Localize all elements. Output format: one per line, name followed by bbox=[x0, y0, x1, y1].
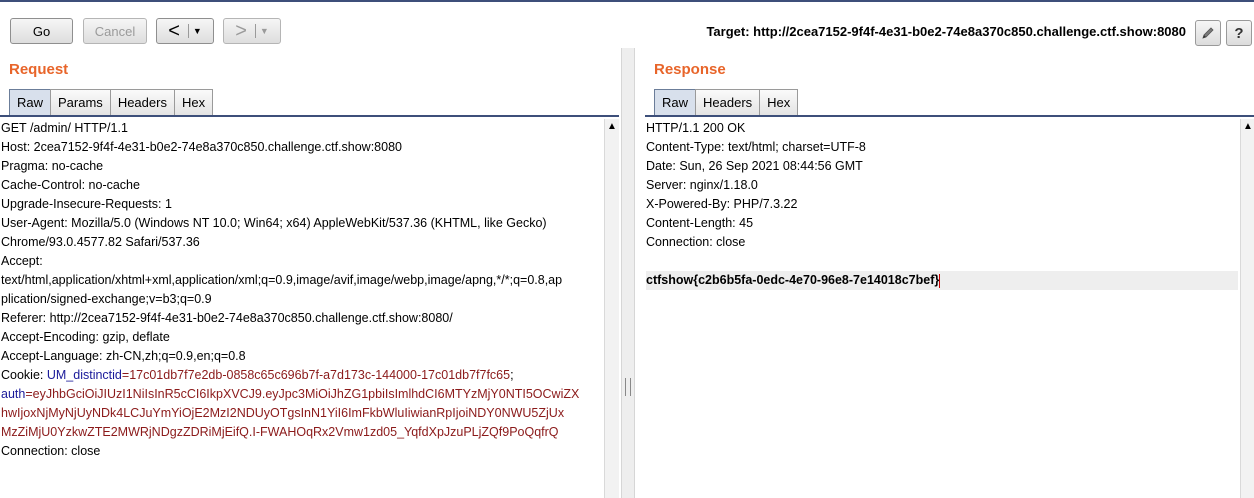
request-scrollbar[interactable]: ▲ bbox=[604, 119, 619, 498]
scroll-up-icon[interactable]: ▲ bbox=[1243, 121, 1253, 132]
response-line: Content-Type: text/html; charset=UTF-8 bbox=[646, 140, 866, 154]
request-line: Accept: bbox=[1, 254, 43, 268]
request-tabs: Raw Params Headers Hex bbox=[9, 89, 214, 115]
response-line: HTTP/1.1 200 OK bbox=[646, 121, 746, 135]
cookie-value: =17c01db7f7e2db-0858c65c696b7f-a7d173c-1… bbox=[121, 368, 511, 382]
request-tab-params[interactable]: Params bbox=[50, 89, 111, 115]
request-line: Pragma: no-cache bbox=[1, 159, 104, 173]
cookie-value: =eyJhbGciOiJIUzI1NiIsInR5cCI6IkpXVCJ9.ey… bbox=[25, 387, 580, 401]
cookie-key: UM_distinctid bbox=[46, 368, 122, 382]
request-tab-underline bbox=[0, 115, 619, 117]
cookie-line: auth=eyJhbGciOiJIUzI1NiIsInR5cCI6IkpXVCJ… bbox=[1, 385, 603, 404]
forward-arrow-icon: > bbox=[235, 20, 247, 42]
response-scrollbar[interactable]: ▲ bbox=[1240, 119, 1254, 498]
back-button[interactable]: < ▼ bbox=[156, 18, 214, 44]
request-line: Connection: close bbox=[1, 444, 101, 458]
dropdown-icon[interactable]: ▼ bbox=[193, 26, 202, 36]
request-line: Accept-Encoding: gzip, deflate bbox=[1, 330, 170, 344]
request-tab-raw[interactable]: Raw bbox=[9, 89, 52, 115]
cookie-separator: ; bbox=[510, 368, 514, 382]
request-line: User-Agent: Mozilla/5.0 (Windows NT 10.0… bbox=[1, 216, 547, 230]
help-icon: ? bbox=[1234, 24, 1244, 42]
response-editor[interactable]: HTTP/1.1 200 OK Content-Type: text/html;… bbox=[646, 119, 1238, 498]
button-separator bbox=[187, 24, 189, 38]
pencil-icon bbox=[1202, 27, 1214, 39]
request-line: Accept-Language: zh-CN,zh;q=0.9,en;q=0.8 bbox=[1, 349, 246, 363]
request-tab-headers[interactable]: Headers bbox=[109, 89, 175, 115]
dropdown-icon[interactable]: ▼ bbox=[260, 26, 269, 36]
response-line: Content-Length: 45 bbox=[646, 216, 754, 230]
cookie-header-name: Cookie: bbox=[1, 368, 47, 382]
forward-button[interactable]: > ▼ bbox=[223, 18, 281, 44]
help-button[interactable]: ? bbox=[1226, 20, 1252, 46]
response-tab-underline bbox=[645, 115, 1254, 117]
request-tab-hex[interactable]: Hex bbox=[173, 89, 214, 115]
response-tab-hex[interactable]: Hex bbox=[759, 89, 799, 115]
response-line: Date: Sun, 26 Sep 2021 08:44:56 GMT bbox=[646, 159, 863, 173]
flag-text: ctfshow{c2b6b5fa-0edc-4e70-96e8-7e14018c… bbox=[646, 273, 940, 287]
request-line: Chrome/93.0.4577.82 Safari/537.36 bbox=[1, 235, 200, 249]
pane-divider[interactable] bbox=[621, 48, 635, 498]
response-tabs: Raw Headers Hex bbox=[654, 89, 799, 115]
cancel-label: Cancel bbox=[94, 23, 136, 39]
request-line: Upgrade-Insecure-Requests: 1 bbox=[1, 197, 172, 211]
cookie-value: MzZiMjU0YzkwZTE2MWRjNDgzZDRiMjEifQ.I-FWA… bbox=[1, 425, 559, 439]
request-title: Request bbox=[9, 61, 69, 78]
cancel-button[interactable]: Cancel bbox=[83, 18, 147, 44]
request-line: Referer: http://2cea7152-9f4f-4e31-b0e2-… bbox=[1, 311, 453, 325]
flag-line: ctfshow{c2b6b5fa-0edc-4e70-96e8-7e14018c… bbox=[646, 271, 1238, 290]
go-button[interactable]: Go bbox=[10, 18, 73, 44]
response-line: Connection: close bbox=[646, 235, 746, 249]
go-label: Go bbox=[32, 23, 51, 39]
response-line: X-Powered-By: PHP/7.3.22 bbox=[646, 197, 798, 211]
cookie-value: hwIjoxNjMyNjUyNDk4LCJuYmYiOjE2MzI2NDUyOT… bbox=[1, 406, 565, 420]
scroll-up-icon[interactable]: ▲ bbox=[607, 121, 617, 132]
response-title: Response bbox=[654, 61, 726, 78]
request-line: Cache-Control: no-cache bbox=[1, 178, 140, 192]
request-line: GET /admin/ HTTP/1.1 bbox=[1, 121, 128, 135]
divider-grip-icon[interactable] bbox=[625, 378, 631, 396]
response-tab-raw[interactable]: Raw bbox=[654, 89, 697, 115]
response-tab-headers[interactable]: Headers bbox=[695, 89, 761, 115]
request-line: text/html,application/xhtml+xml,applicat… bbox=[1, 273, 563, 287]
edit-target-button[interactable] bbox=[1195, 20, 1221, 46]
button-separator bbox=[254, 24, 256, 38]
cookie-key: auth bbox=[1, 387, 26, 401]
target-label: Target: http://2cea7152-9f4f-4e31-b0e2-7… bbox=[706, 24, 1186, 39]
back-arrow-icon: < bbox=[168, 20, 180, 42]
request-line: Host: 2cea7152-9f4f-4e31-b0e2-74e8a370c8… bbox=[1, 140, 402, 154]
request-line: plication/signed-exchange;v=b3;q=0.9 bbox=[1, 292, 212, 306]
response-line: Server: nginx/1.18.0 bbox=[646, 178, 758, 192]
cookie-line: Cookie: UM_distinctid=17c01db7f7e2db-085… bbox=[1, 366, 603, 385]
text-cursor bbox=[939, 273, 941, 288]
request-editor[interactable]: GET /admin/ HTTP/1.1 Host: 2cea7152-9f4f… bbox=[1, 119, 603, 498]
